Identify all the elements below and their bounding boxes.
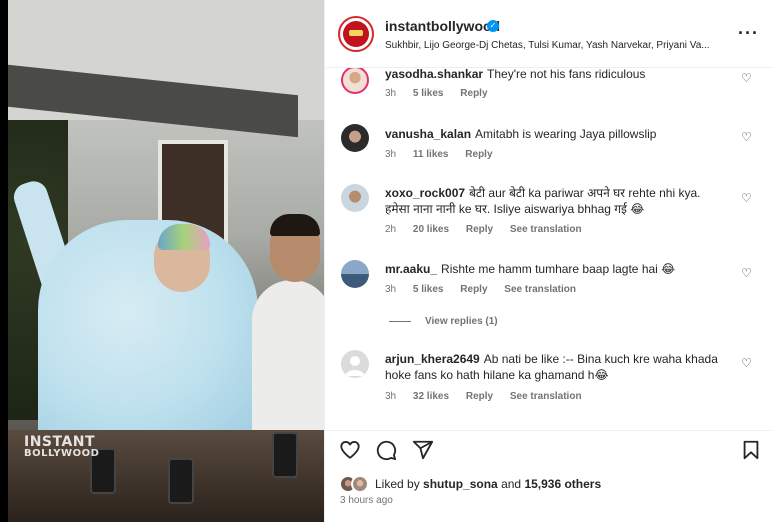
comment-time: 3h [385,149,397,160]
verified-badge-icon: ✓ [487,20,499,32]
post-time-ago[interactable]: 3 hours ago [340,495,393,506]
commenter-username[interactable]: vanusha_kalan [385,127,471,141]
paper-plane-icon[interactable] [412,439,434,461]
comment-likes[interactable]: 5 likes [413,88,444,99]
post-image[interactable]: INSTANT BOLLYWOOD [8,0,324,522]
person-floral-jacket [38,220,258,450]
comment-time: 3h [385,391,397,402]
reply-button[interactable]: Reply [465,149,492,160]
heart-icon[interactable] [339,439,361,461]
comment-text-block: mr.aaku_ Rishte me hamm tumhare baap lagt… [385,261,725,277]
comment-text-block: yasodha.shankar They're not his fans ridi… [385,68,725,82]
comment-like-heart-icon[interactable]: ♡ [741,192,753,204]
likes-summary: Liked by shutup_sona and 15,936 others [375,477,601,491]
liker-avatar [351,475,369,493]
comment-like-heart-icon[interactable]: ♡ [741,357,753,369]
comment-likes[interactable]: 11 likes [413,149,449,160]
commenter-avatar[interactable] [341,184,369,212]
author-username[interactable]: instantbollywood [385,18,500,34]
see-translation-link[interactable]: See translation [510,224,582,235]
comment-likes[interactable]: 32 likes [413,391,449,402]
comment-meta: 3h 5 likes Reply [385,88,502,99]
view-replies-button[interactable]: View replies (1) [389,316,498,327]
watermark: INSTANT BOLLYWOOD [24,435,99,459]
watermark-line-2: BOLLYWOOD [24,448,100,459]
liked-by-prefix: Liked by [375,477,420,491]
comment-time: 3h [385,284,397,295]
see-translation-link[interactable]: See translation [504,284,576,295]
commenter-username[interactable]: xoxo_rock007 [385,186,465,200]
comment-bubble-icon[interactable] [375,439,397,461]
commenter-username[interactable]: arjun_khera2649 [385,352,480,366]
see-translation-link[interactable]: See translation [510,391,582,402]
comment-meta: 3h 5 likes Reply See translation [385,284,590,295]
comments-list[interactable]: yasodha.shankar They're not his fans ridi… [325,68,772,430]
crowd-phone [168,458,194,504]
post-header: instantbollywood ✓ Sukhbir, Lijo George-… [325,0,772,68]
commenter-avatar[interactable] [341,68,369,94]
commenter-avatar[interactable] [341,260,369,288]
person-hair-2 [270,214,320,236]
comment-meta: 3h 32 likes Reply See translation [385,391,596,402]
view-replies-label: View replies (1) [425,316,498,327]
comment-text: Rishte me hamm tumhare baap lagte hai 😂 [441,262,676,276]
comment-meta: 2h 20 likes Reply See translation [385,224,596,235]
post-side-panel: instantbollywood ✓ Sukhbir, Lijo George-… [324,0,772,522]
liked-by-and: and [501,477,522,491]
person-white-shirt [252,280,324,450]
comment-meta: 3h 11 likes Reply [385,149,507,160]
left-edge [0,0,8,522]
reply-button[interactable]: Reply [466,224,493,235]
reply-button[interactable]: Reply [460,88,487,99]
watermark-line-1: INSTANT [24,434,96,450]
collaborators-line[interactable]: Sukhbir, Lijo George-Dj Chetas, Tulsi Ku… [385,40,725,51]
comment-text-block: arjun_khera2649 Ab nati be like :-- Bina … [385,351,725,383]
comment-text-block: vanusha_kalan Amitabh is wearing Jaya pil… [385,126,725,142]
view-replies-line [389,320,411,322]
comment-like-heart-icon[interactable]: ♡ [741,131,753,143]
comment-time: 2h [385,224,397,235]
comment-time: 3h [385,88,397,99]
comment-likes[interactable]: 5 likes [413,284,444,295]
comment-likes[interactable]: 20 likes [413,224,449,235]
comment-like-heart-icon[interactable]: ♡ [741,267,753,279]
likes-count[interactable]: 15,936 others [524,477,601,491]
comment-text-block: xoxo_rock007 बेटी aur बेटी ka pariwar अपन… [385,185,725,217]
person-cap [158,224,210,250]
reply-button[interactable]: Reply [466,391,493,402]
default-avatar-icon [345,356,365,376]
commenter-avatar[interactable] [341,124,369,152]
author-avatar[interactable] [338,16,374,52]
commenter-avatar[interactable] [341,350,369,378]
crowd-phone [272,432,298,478]
comment-text: They're not his fans ridiculous [487,68,646,81]
commenter-username[interactable]: yasodha.shankar [385,68,483,81]
comment-text: Amitabh is wearing Jaya pillowslip [475,127,657,141]
bookmark-icon[interactable] [740,439,762,461]
liked-by-username[interactable]: shutup_sona [423,477,498,491]
comment-like-heart-icon[interactable]: ♡ [741,72,753,84]
reply-button[interactable]: Reply [460,284,487,295]
commenter-username[interactable]: mr.aaku_ [385,262,437,276]
post-actions: Liked by shutup_sona and 15,936 others 3… [325,430,772,522]
more-options-icon[interactable]: ··· [738,24,759,42]
